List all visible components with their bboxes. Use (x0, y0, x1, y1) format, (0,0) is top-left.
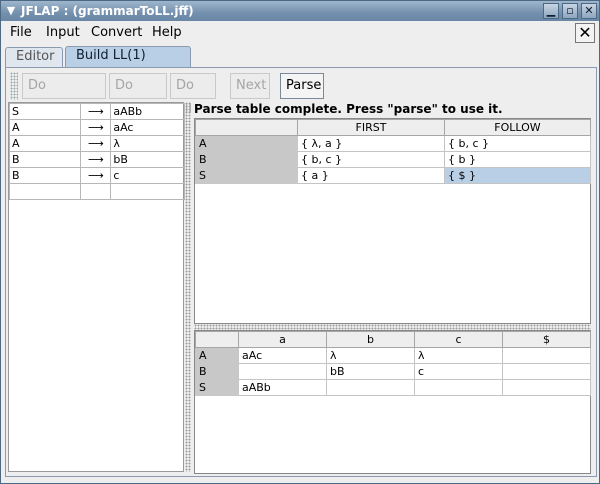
production-rhs[interactable]: aABb (110, 103, 185, 120)
do-step-button[interactable]: Do Step (109, 73, 167, 117)
production-lhs[interactable]: A (8, 135, 82, 152)
production-rhs[interactable]: c (110, 167, 185, 184)
maximize-button[interactable]: ▫ (562, 3, 578, 19)
production-rhs[interactable] (110, 183, 185, 200)
first-cell[interactable]: { λ, a } (297, 135, 445, 152)
column-header-follow[interactable]: FOLLOW (444, 119, 591, 136)
table-row[interactable]: A aAc λ λ (195, 347, 591, 364)
next-button[interactable]: Next (230, 73, 270, 99)
do-selected-button[interactable]: Do Selected (22, 73, 106, 117)
table-cell[interactable]: aABb (238, 379, 327, 396)
table-row[interactable]: A { λ, a } { b, c } (195, 135, 591, 152)
vertical-splitter[interactable] (185, 102, 191, 472)
table-cell[interactable] (238, 363, 327, 380)
column-header-a[interactable]: a (238, 331, 327, 348)
minimize-button[interactable]: ▁ (543, 3, 559, 19)
table-cell[interactable] (414, 379, 503, 396)
table-row[interactable]: B bB c (195, 363, 591, 380)
status-message: Parse table complete. Press "parse" to u… (194, 102, 503, 116)
table-row[interactable]: S aABb (195, 379, 591, 396)
parse-button[interactable]: Parse (280, 73, 324, 99)
toolbar-grip[interactable] (10, 72, 18, 100)
tab-editor[interactable]: Editor (5, 47, 63, 67)
table-cell[interactable] (502, 347, 591, 364)
table-cell[interactable] (502, 363, 591, 380)
first-follow-pane: FIRST FOLLOW A { λ, a } { b, c } B { b, … (194, 118, 591, 324)
variable-cell: S (195, 167, 298, 184)
arrow-icon: ⟶ (80, 103, 112, 120)
table-row[interactable]: A ⟶ λ (8, 135, 185, 152)
variable-cell: A (195, 347, 239, 364)
table-row[interactable] (8, 183, 185, 200)
follow-cell-selected[interactable]: { $ } (444, 167, 591, 184)
variable-cell: S (195, 379, 239, 396)
menu-convert[interactable]: Convert (91, 25, 142, 40)
column-header-first[interactable]: FIRST (297, 119, 445, 136)
arrow-icon: ⟶ (80, 167, 112, 184)
table-row[interactable]: S ⟶ aABb (8, 103, 185, 120)
table-cell[interactable]: bB (326, 363, 415, 380)
table-header-row: a b c $ (195, 331, 591, 348)
follow-cell[interactable]: { b, c } (444, 135, 591, 152)
production-lhs[interactable]: B (8, 167, 82, 184)
arrow-icon: ⟶ (80, 135, 112, 152)
toolbar: Do Selected Do Step Do All Next Parse (8, 70, 594, 117)
table-row[interactable]: B ⟶ bB (8, 151, 185, 168)
table-cell[interactable] (502, 379, 591, 396)
column-header[interactable] (195, 119, 298, 136)
table-cell[interactable]: aAc (238, 347, 327, 364)
menu-help[interactable]: Help (152, 25, 182, 40)
parse-pane: Parse table complete. Press "parse" to u… (192, 102, 592, 474)
column-header-end[interactable]: $ (502, 331, 591, 348)
menu-input[interactable]: Input (46, 25, 80, 40)
column-header[interactable] (195, 331, 239, 348)
production-lhs[interactable]: S (8, 103, 82, 120)
close-tab-button[interactable]: ✕ (575, 23, 595, 43)
parse-table-pane: a b c $ A aAc λ λ B bB c S aABb (194, 330, 591, 474)
title-bar[interactable]: ▼ JFLAP : (grammarToLL.jff) ▁ ▫ ✕ (1, 1, 599, 21)
parse-table: a b c $ A aAc λ λ B bB c S aABb (195, 331, 591, 396)
app-window: ▼ JFLAP : (grammarToLL.jff) ▁ ▫ ✕ File I… (0, 0, 600, 484)
column-header-b[interactable]: b (326, 331, 415, 348)
column-header-c[interactable]: c (414, 331, 503, 348)
variable-cell: B (195, 151, 298, 168)
production-lhs[interactable] (8, 183, 82, 200)
variable-cell: B (195, 363, 239, 380)
variable-cell: A (195, 135, 298, 152)
table-cell[interactable]: λ (326, 347, 415, 364)
production-rhs[interactable]: λ (110, 135, 185, 152)
table-row[interactable]: S { a } { $ } (195, 167, 591, 184)
table-cell[interactable] (326, 379, 415, 396)
menu-bar: File Input Convert Help (1, 21, 599, 45)
first-cell[interactable]: { b, c } (297, 151, 445, 168)
table-cell[interactable]: c (414, 363, 503, 380)
menu-file[interactable]: File (10, 25, 32, 40)
arrow-icon: ⟶ (80, 119, 112, 136)
grammar-pane: S ⟶ aABb A ⟶ aAc A ⟶ λ B ⟶ bB B ⟶ c (8, 102, 185, 472)
arrow-icon: ⟶ (80, 151, 112, 168)
production-lhs[interactable]: A (8, 119, 82, 136)
first-follow-table: FIRST FOLLOW A { λ, a } { b, c } B { b, … (195, 119, 591, 184)
production-rhs[interactable]: aAc (110, 119, 185, 136)
table-row[interactable]: A ⟶ aAc (8, 119, 185, 136)
production-lhs[interactable]: B (8, 151, 82, 168)
close-window-button[interactable]: ✕ (581, 3, 597, 19)
table-row[interactable]: B { b, c } { b } (195, 151, 591, 168)
follow-cell[interactable]: { b } (444, 151, 591, 168)
tab-build-ll1-parse[interactable]: Build LL(1) Parse (65, 46, 191, 81)
table-header-row: FIRST FOLLOW (195, 119, 591, 136)
do-all-button[interactable]: Do All (170, 73, 216, 117)
table-row[interactable]: B ⟶ c (8, 167, 185, 184)
first-cell[interactable]: { a } (297, 167, 445, 184)
table-cell[interactable]: λ (414, 347, 503, 364)
tab-panel: Do Selected Do Step Do All Next Parse S … (5, 67, 597, 477)
arrow-icon (80, 183, 112, 200)
grammar-table: S ⟶ aABb A ⟶ aAc A ⟶ λ B ⟶ bB B ⟶ c (8, 103, 185, 200)
window-title: JFLAP : (grammarToLL.jff) (21, 4, 194, 18)
production-rhs[interactable]: bB (110, 151, 185, 168)
window-menu-icon[interactable]: ▼ (3, 3, 19, 19)
